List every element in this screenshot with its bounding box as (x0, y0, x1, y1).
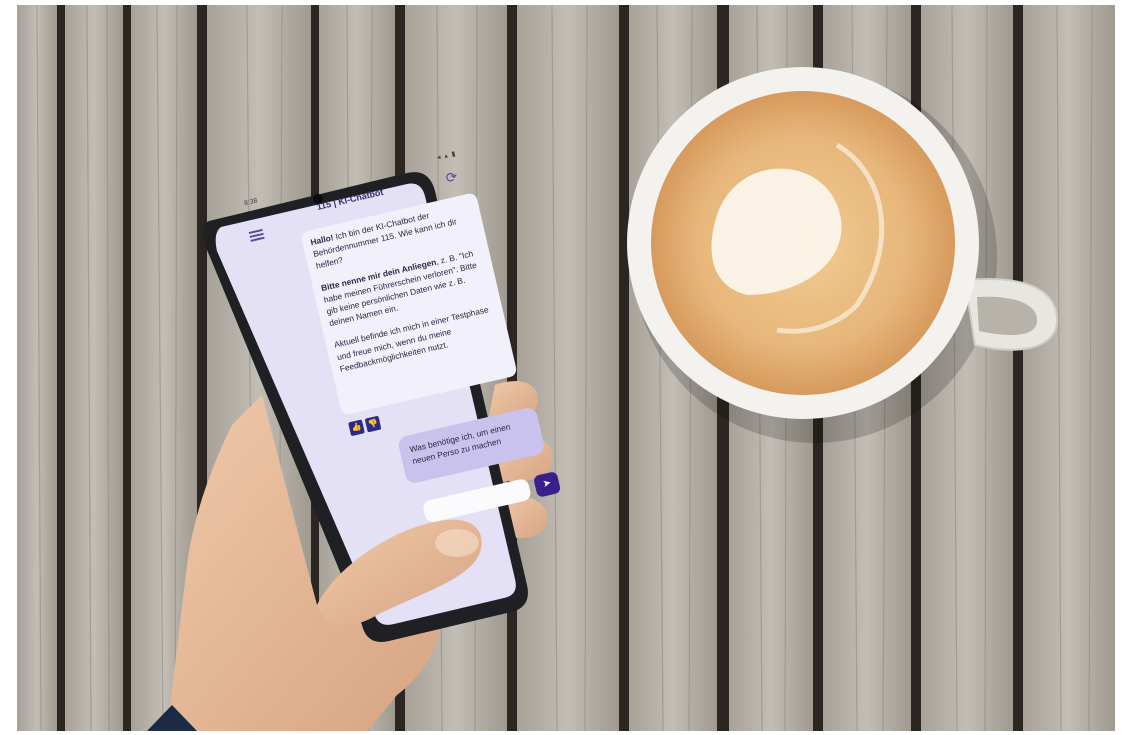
thumbnail (435, 529, 479, 557)
photo-scene: 8:38 ◂ ▴ ▮ 115 | KI-Chatbot ⟳ Hallo! Ich… (17, 5, 1115, 731)
wooden-table (17, 5, 1115, 731)
front-camera (313, 194, 323, 204)
